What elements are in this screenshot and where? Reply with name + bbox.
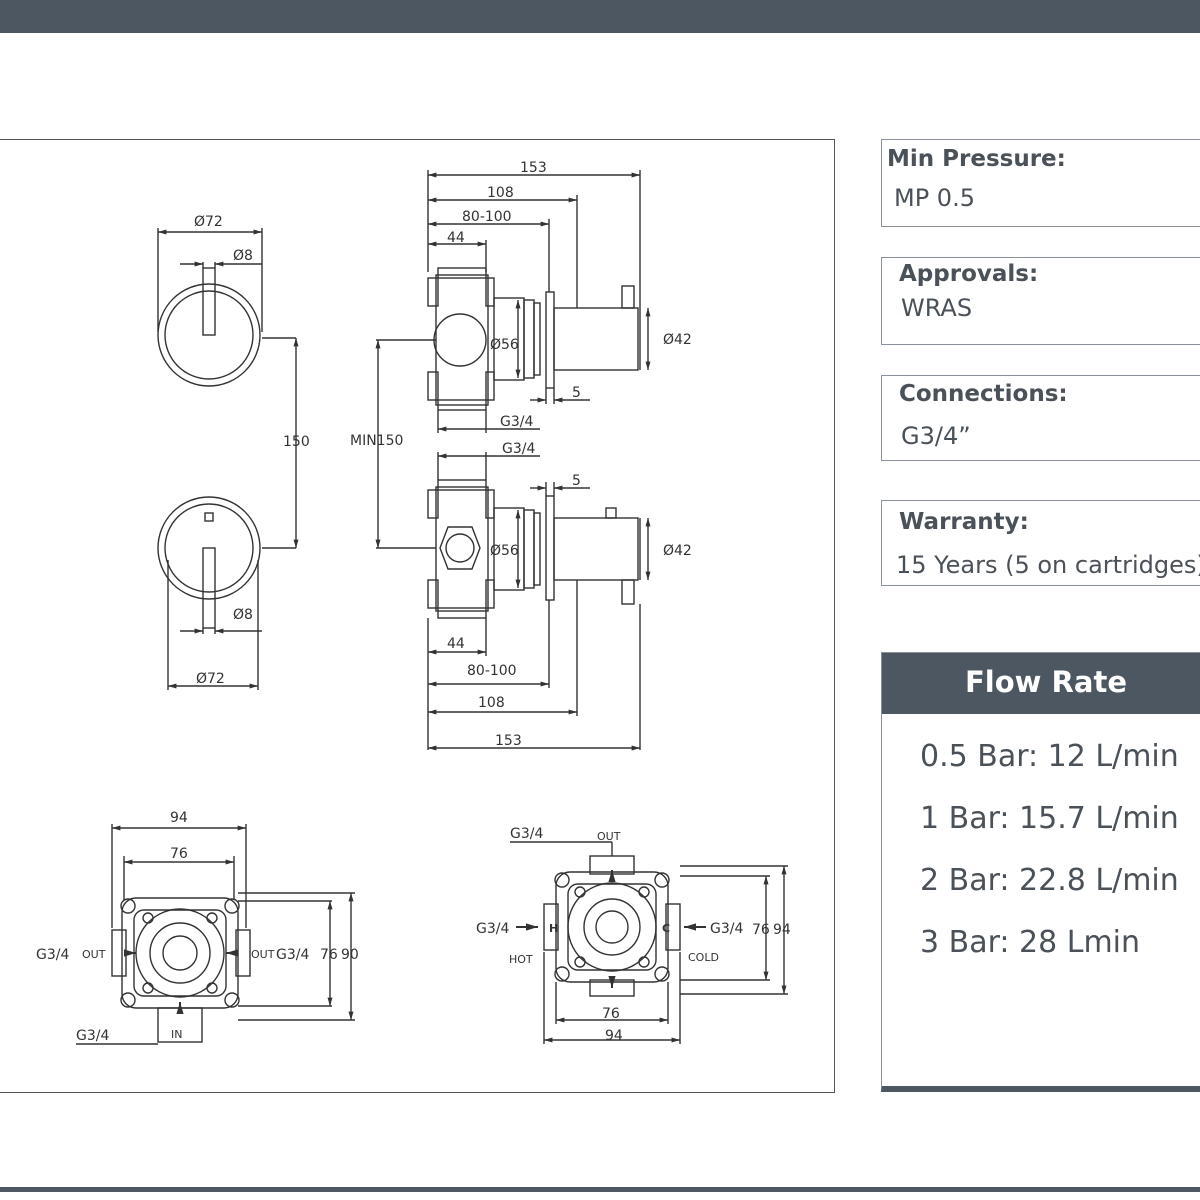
flow-rate-panel: Flow Rate 0.5 Bar: 12 L/min 1 Bar: 15.7 … <box>881 652 1200 1092</box>
dim-front-d72-top: Ø72 <box>194 214 223 230</box>
side-view-top-valve <box>427 170 651 433</box>
dim-side-bottom-44: 44 <box>447 636 465 652</box>
dim-plan-right-g34-top: G3/4 <box>510 826 543 842</box>
flow-rate-header: Flow Rate <box>882 653 1200 714</box>
label-plan-right-out: OUT <box>597 830 621 843</box>
dim-front-d72-bottom: Ø72 <box>196 671 225 687</box>
flow-rate-row: 0.5 Bar: 12 L/min <box>920 739 1179 774</box>
dim-side-top-g34: G3/4 <box>500 414 533 430</box>
flow-rate-row: 1 Bar: 15.7 L/min <box>920 801 1179 836</box>
dim-plan-left-94: 94 <box>170 810 188 826</box>
spec-connections-label: Connections: <box>899 381 1068 407</box>
dim-side-bottom-80-100: 80-100 <box>467 663 517 679</box>
spec-min-pressure-value: MP 0.5 <box>894 184 975 212</box>
dim-min150: MIN150 <box>350 433 403 449</box>
dim-plan-right-94: 94 <box>605 1028 623 1044</box>
label-plan-left-out-right: OUT <box>251 948 275 961</box>
spec-approvals-value: WRAS <box>901 294 973 322</box>
spec-warranty-value: 15 Years (5 on cartridges) <box>896 551 1200 579</box>
spec-warranty-label: Warranty: <box>899 509 1029 535</box>
plan-view-left <box>76 824 355 1045</box>
dim-plan-right-94v: 94 <box>773 922 791 938</box>
spec-connections: Connections: G3/4” <box>881 375 1200 461</box>
dim-side-top-108: 108 <box>487 185 514 201</box>
side-view-bottom-valve <box>427 452 651 751</box>
flow-rate-row: 2 Bar: 22.8 L/min <box>920 863 1179 898</box>
dim-plan-left-g34-bottom: G3/4 <box>76 1028 109 1044</box>
dim-side-bottom-5: 5 <box>572 473 581 489</box>
spec-min-pressure-label: Min Pressure: <box>887 146 1066 172</box>
dim-side-bottom-d42: Ø42 <box>663 543 692 559</box>
flow-rate-title: Flow Rate <box>965 665 1127 699</box>
dim-plan-left-g34-left: G3/4 <box>36 947 69 963</box>
dim-plan-left-76v: 76 <box>320 947 338 963</box>
spec-min-pressure: Min Pressure: MP 0.5 <box>881 139 1200 227</box>
front-view-bottom-handle <box>157 338 299 690</box>
dim-side-top-80-100: 80-100 <box>462 209 512 225</box>
technical-drawing: Ø72 Ø8 150 Ø8 Ø72 153 108 80-100 44 Ø56 … <box>36 160 791 1045</box>
spec-approvals-label: Approvals: <box>899 261 1039 287</box>
plan-view-right <box>510 841 788 1044</box>
dim-side-top-153: 153 <box>520 160 547 176</box>
dim-plan-right-76: 76 <box>602 1006 620 1022</box>
dim-plan-left-90: 90 <box>341 947 359 963</box>
dim-front-d8-bottom: Ø8 <box>233 607 253 623</box>
dim-plan-right-g34-left: G3/4 <box>476 921 509 937</box>
dim-side-bottom-108: 108 <box>478 695 505 711</box>
front-view-top-handle <box>157 228 296 387</box>
dim-front-d8-top: Ø8 <box>233 248 253 264</box>
dim-side-bottom-g34: G3/4 <box>502 441 535 457</box>
dim-plan-right-g34-right: G3/4 <box>710 921 743 937</box>
spec-approvals: Approvals: WRAS <box>881 257 1200 345</box>
dim-side-top-d42: Ø42 <box>663 332 692 348</box>
dim-side-bottom-153: 153 <box>495 733 522 749</box>
dim-plan-left-g34-right: G3/4 <box>276 947 309 963</box>
dim-front-spacing: 150 <box>283 434 310 450</box>
label-plan-right-h: H <box>549 922 558 935</box>
spec-warranty: Warranty: 15 Years (5 on cartridges) <box>881 500 1200 586</box>
dim-side-top-d56: Ø56 <box>490 337 519 353</box>
label-plan-left-in: IN <box>171 1028 182 1041</box>
spec-connections-value: G3/4” <box>901 422 971 450</box>
dim-plan-right-76v: 76 <box>752 922 770 938</box>
dim-side-top-5: 5 <box>572 385 581 401</box>
label-plan-right-cold: COLD <box>688 951 719 964</box>
label-plan-right-c: C <box>662 922 670 935</box>
bottom-line <box>0 1187 1200 1192</box>
label-plan-right-hot: HOT <box>509 953 533 966</box>
dim-side-bottom-d56: Ø56 <box>490 543 519 559</box>
flow-rate-row: 3 Bar: 28 Lmin <box>920 925 1141 960</box>
label-plan-left-out-left: OUT <box>82 948 106 961</box>
dim-plan-left-76: 76 <box>170 846 188 862</box>
dim-side-top-44: 44 <box>447 230 465 246</box>
